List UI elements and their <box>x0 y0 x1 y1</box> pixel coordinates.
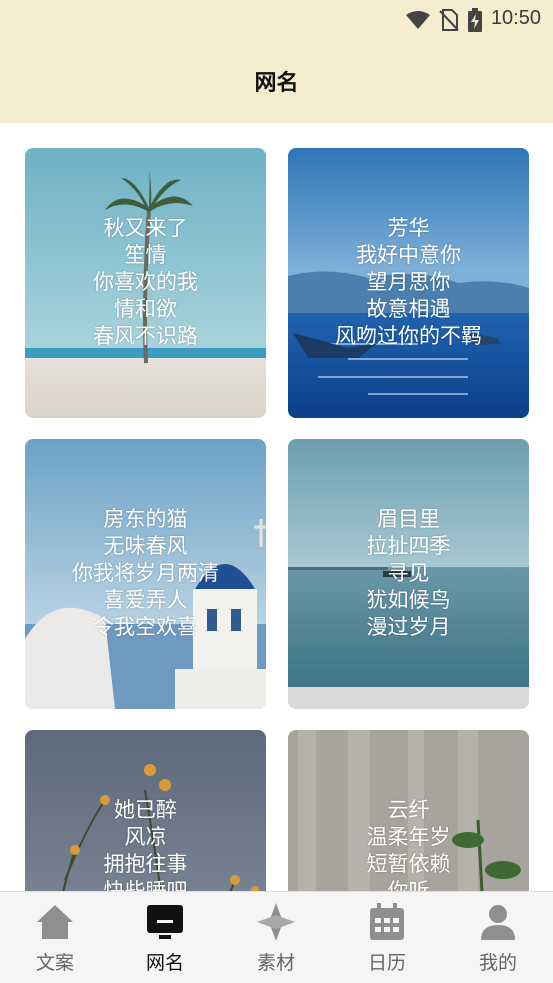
card-line: 风吻过你的不羁 <box>335 324 482 348</box>
card-line: 情和欲 <box>114 297 177 321</box>
bottom-nav: 文案 网名 素材 日历 我的 <box>0 891 553 983</box>
card-line: 故意相遇 <box>366 297 451 321</box>
tab-label: 我的 <box>478 952 517 974</box>
card-line: 我好中意你 <box>356 243 461 267</box>
card-line: 令我空欢喜 <box>93 615 198 639</box>
nickname-card[interactable]: 秋又来了 笙情 你喜欢的我 情和欲 春风不识路 <box>25 148 266 418</box>
card-line: 笙情 <box>124 243 167 267</box>
card-line: 芳华 <box>387 216 430 240</box>
card-text: 云纤 温柔年岁 短暂依赖 你听 <box>288 797 529 891</box>
tab-profile[interactable]: 我的 <box>443 892 553 983</box>
card-line: 房东的猫 <box>103 507 188 531</box>
nickname-card[interactable]: 芳华 我好中意你 望月思你 故意相遇 风吻过你的不羁 <box>288 148 529 418</box>
person-icon <box>481 905 515 940</box>
tab-label: 文案 <box>35 952 74 974</box>
tab-nickname[interactable]: 网名 <box>110 892 220 983</box>
card-line: 喜爱弄人 <box>103 588 188 612</box>
home-icon <box>37 905 73 939</box>
tab-calendar[interactable]: 日历 <box>332 892 442 983</box>
nickname-card[interactable]: 她已醉 风凉 拥抱往事 快些睡吧 <box>25 730 266 891</box>
battery-charging-icon <box>468 8 482 32</box>
status-icons <box>405 8 483 32</box>
no-sim-icon <box>439 9 459 31</box>
nickname-card[interactable]: 云纤 温柔年岁 短暂依赖 你听 <box>288 730 529 891</box>
nickname-card[interactable]: 房东的猫 无味春风 你我将岁月两清 喜爱弄人 令我空欢喜 <box>25 439 266 709</box>
page-title: 网名 <box>254 71 299 96</box>
card-line: 寻见 <box>387 561 430 585</box>
compass-diamond-icon <box>257 903 295 941</box>
card-line: 拥抱往事 <box>103 852 188 876</box>
card-line: 春风不识路 <box>93 324 198 348</box>
card-line: 风凉 <box>124 825 167 849</box>
tab-label: 日历 <box>367 952 406 974</box>
tab-label: 网名 <box>145 952 184 974</box>
calendar-icon <box>370 903 404 940</box>
card-line: 她已醉 <box>114 798 177 822</box>
wifi-icon <box>406 11 430 29</box>
card-text: 眉目里 拉扯四季 寻见 犹如候鸟 漫过岁月 <box>288 506 529 641</box>
tab-copywriting[interactable]: 文案 <box>0 892 110 983</box>
card-line: 快些睡吧 <box>103 879 188 891</box>
card-line: 犹如候鸟 <box>366 588 451 612</box>
nickname-card[interactable]: 眉目里 拉扯四季 寻见 犹如候鸟 漫过岁月 <box>288 439 529 709</box>
monitor-icon <box>147 905 183 939</box>
card-line: 眉目里 <box>377 507 440 531</box>
card-line: 云纤 <box>387 798 430 822</box>
card-line: 望月思你 <box>366 270 451 294</box>
card-text: 房东的猫 无味春风 你我将岁月两清 喜爱弄人 令我空欢喜 <box>25 506 266 641</box>
tab-materials[interactable]: 素材 <box>221 892 331 983</box>
card-text: 她已醉 风凉 拥抱往事 快些睡吧 <box>25 797 266 891</box>
card-line: 温柔年岁 <box>366 825 451 849</box>
card-line: 拉扯四季 <box>366 534 451 558</box>
tab-label: 素材 <box>256 952 295 974</box>
app-header: 网名 <box>0 38 553 123</box>
card-text: 芳华 我好中意你 望月思你 故意相遇 风吻过你的不羁 <box>288 215 529 350</box>
card-line: 秋又来了 <box>103 216 188 240</box>
status-time: 10:50 <box>490 7 541 29</box>
nickname-grid[interactable]: 秋又来了 笙情 你喜欢的我 情和欲 春风不识路 芳华 我好中意你 望月思你 故意… <box>0 123 553 891</box>
card-line: 你我将岁月两清 <box>72 561 219 585</box>
status-bar: 10:50 <box>0 0 553 38</box>
card-line: 短暂依赖 <box>366 852 451 876</box>
card-line: 你听 <box>387 879 430 891</box>
card-line: 无味春风 <box>103 534 188 558</box>
card-line: 漫过岁月 <box>366 615 451 639</box>
card-line: 你喜欢的我 <box>93 270 198 294</box>
card-text: 秋又来了 笙情 你喜欢的我 情和欲 春风不识路 <box>25 215 266 350</box>
